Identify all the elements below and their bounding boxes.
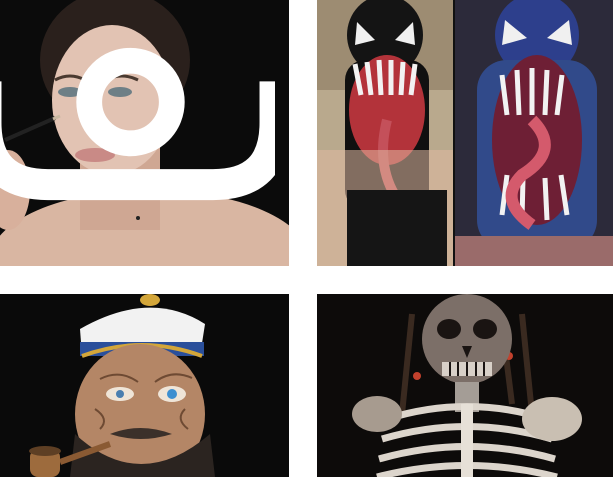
skeleton-image <box>317 294 613 477</box>
photo-tile-sailor[interactable] <box>0 294 289 477</box>
camera-badge-icon <box>0 47 275 201</box>
venom-pair-image <box>317 0 613 266</box>
sailor-image <box>0 294 289 477</box>
photo-grid <box>0 0 613 477</box>
photo-tile-makeup-woman[interactable] <box>0 0 289 266</box>
photo-tile-skeleton[interactable] <box>317 294 613 477</box>
photo-tile-venom-pair[interactable] <box>317 0 613 266</box>
